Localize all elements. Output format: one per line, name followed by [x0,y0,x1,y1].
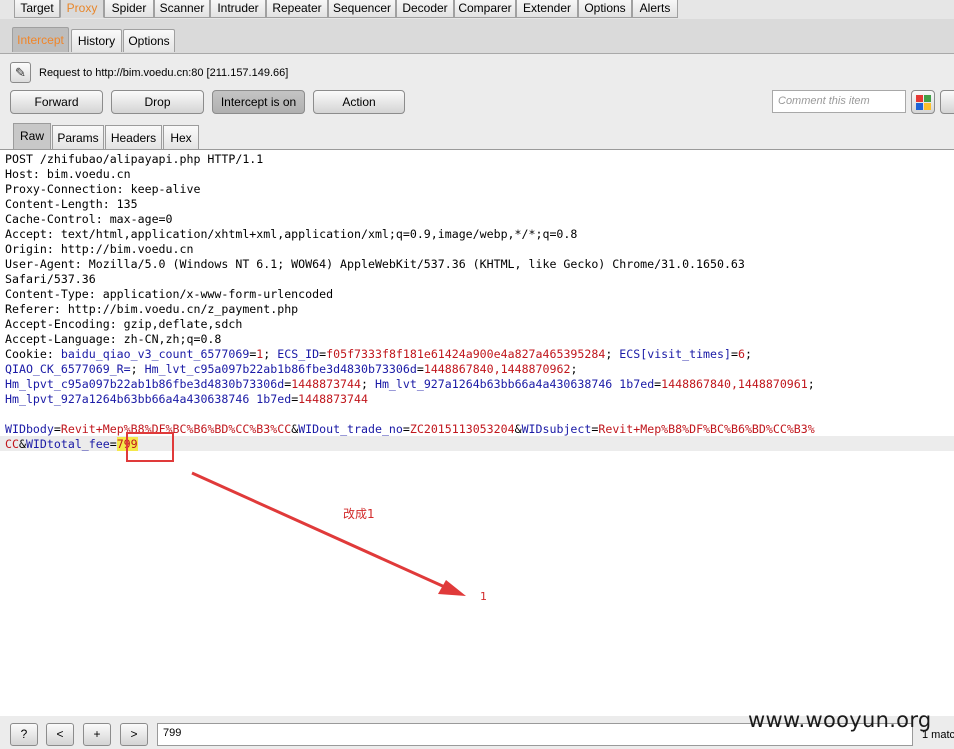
help-button[interactable]: ? [10,723,38,746]
watermark: www.wooyun.org [748,708,932,732]
annotation-label: 改成1 [343,507,375,521]
previous-match-button[interactable]: < [46,723,74,746]
annotation-number: 1 [480,590,487,603]
next-match-button[interactable]: > [120,723,148,746]
annotation-arrow [191,471,466,596]
add-button[interactable]: + [83,723,111,746]
